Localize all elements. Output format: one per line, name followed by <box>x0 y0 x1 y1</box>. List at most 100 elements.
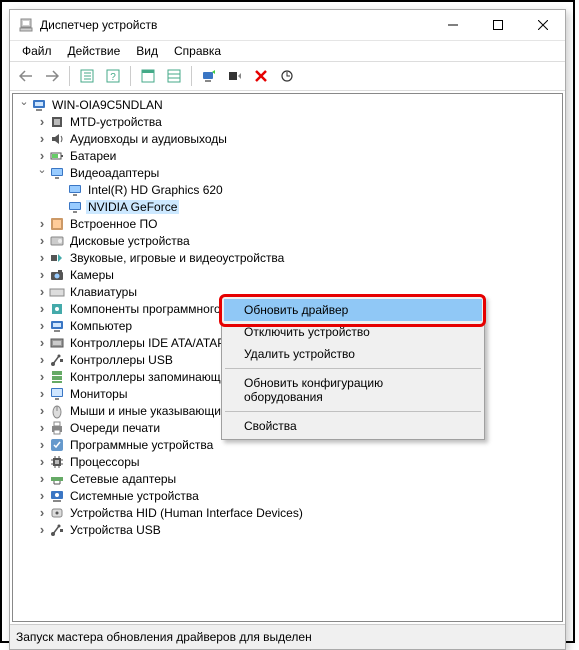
expander-icon[interactable] <box>35 472 49 486</box>
ctx-properties[interactable]: Свойства <box>224 415 482 437</box>
tree-category-node[interactable]: Видеоадаптеры <box>13 164 562 181</box>
toolbar-back-button[interactable] <box>14 64 38 88</box>
menu-file[interactable]: Файл <box>14 42 60 60</box>
chip-icon <box>49 114 65 130</box>
usb-icon <box>49 352 65 368</box>
menu-action[interactable]: Действие <box>60 42 129 60</box>
expander-icon[interactable] <box>35 319 49 333</box>
tree-category-node[interactable]: Устройства USB <box>13 521 562 538</box>
hid-icon <box>49 505 65 521</box>
toolbar-properties-button[interactable] <box>136 64 160 88</box>
expander-icon[interactable] <box>35 489 49 503</box>
keyboard-icon <box>49 284 65 300</box>
network-icon <box>49 471 65 487</box>
tree-node-label: WIN-OIA9C5NDLAN <box>50 98 165 112</box>
tree-category-node[interactable]: Системные устройства <box>13 487 562 504</box>
storage-icon <box>49 369 65 385</box>
toolbar-details-button[interactable] <box>75 64 99 88</box>
toolbar-uninstall-button[interactable] <box>249 64 273 88</box>
display-icon <box>67 182 83 198</box>
expander-icon[interactable] <box>35 387 49 401</box>
toolbar-scan-button[interactable] <box>275 64 299 88</box>
expander-icon[interactable] <box>35 251 49 265</box>
cpu-icon <box>49 454 65 470</box>
window-title: Диспетчер устройств <box>40 18 430 32</box>
ctx-disable-device[interactable]: Отключить устройство <box>224 321 482 343</box>
maximize-button[interactable] <box>475 10 520 40</box>
tree-category-node[interactable]: Устройства HID (Human Interface Devices) <box>13 504 562 521</box>
tree-node-label: Контроллеры IDE ATA/ATAPI <box>68 336 231 350</box>
tree-device-node[interactable]: NVIDIA GeForce <box>13 198 562 215</box>
expander-icon[interactable] <box>35 166 49 180</box>
tree-node-label: Дисковые устройства <box>68 234 192 248</box>
toolbar-separator <box>69 66 70 86</box>
close-button[interactable] <box>520 10 565 40</box>
tree-category-node[interactable]: Процессоры <box>13 453 562 470</box>
tree-node-label: Встроенное ПО <box>68 217 159 231</box>
ctx-separator <box>225 411 481 412</box>
expander-icon[interactable] <box>17 98 31 112</box>
expander-icon[interactable] <box>35 132 49 146</box>
tree-category-node[interactable]: MTD-устройства <box>13 113 562 130</box>
tree-node-label: Аудиовходы и аудиовыходы <box>68 132 229 146</box>
toolbar-list-button[interactable] <box>162 64 186 88</box>
toolbar-forward-button[interactable] <box>40 64 64 88</box>
expander-icon[interactable] <box>35 336 49 350</box>
display-icon <box>67 199 83 215</box>
tree-node-label: Камеры <box>68 268 116 282</box>
tree-category-node[interactable]: Камеры <box>13 266 562 283</box>
tree-node-label: Сетевые адаптеры <box>68 472 178 486</box>
ctx-separator <box>225 368 481 369</box>
mouse-icon <box>49 403 65 419</box>
toolbar-disable-button[interactable] <box>223 64 247 88</box>
expander-icon[interactable] <box>35 268 49 282</box>
tree-root-node[interactable]: WIN-OIA9C5NDLAN <box>13 96 562 113</box>
expander-icon[interactable] <box>35 421 49 435</box>
speaker-icon <box>49 131 65 147</box>
toolbar-separator <box>130 66 131 86</box>
tree-node-label: Процессоры <box>68 455 142 469</box>
expander-icon[interactable] <box>35 353 49 367</box>
expander-icon[interactable] <box>35 234 49 248</box>
toolbar-update-driver-button[interactable] <box>197 64 221 88</box>
menu-view[interactable]: Вид <box>128 42 166 60</box>
disk-icon <box>49 233 65 249</box>
minimize-button[interactable] <box>430 10 475 40</box>
tree-node-label: Мониторы <box>68 387 129 401</box>
expander-icon[interactable] <box>35 455 49 469</box>
toolbar: ? <box>10 62 565 91</box>
expander-icon[interactable] <box>35 506 49 520</box>
expander-icon[interactable] <box>35 285 49 299</box>
menu-help[interactable]: Справка <box>166 42 229 60</box>
tree-category-node[interactable]: Сетевые адаптеры <box>13 470 562 487</box>
tree-node-label: MTD-устройства <box>68 115 164 129</box>
expander-icon[interactable] <box>35 370 49 384</box>
tree-category-node[interactable]: Аудиовходы и аудиовыходы <box>13 130 562 147</box>
device-tree[interactable]: WIN-OIA9C5NDLAN MTD-устройства Аудиовход… <box>12 93 563 622</box>
tree-category-node[interactable]: Батареи <box>13 147 562 164</box>
expander-icon[interactable] <box>35 217 49 231</box>
tree-category-node[interactable]: Встроенное ПО <box>13 215 562 232</box>
expander-icon[interactable] <box>35 149 49 163</box>
expander-icon[interactable] <box>35 438 49 452</box>
tree-device-node[interactable]: Intel(R) HD Graphics 620 <box>13 181 562 198</box>
tree-node-label: NVIDIA GeForce <box>86 200 179 214</box>
expander-icon[interactable] <box>35 302 49 316</box>
tree-category-node[interactable]: Дисковые устройства <box>13 232 562 249</box>
computer-icon <box>49 318 65 334</box>
ctx-refresh-config[interactable]: Обновить конфигурацию оборудования <box>224 372 482 408</box>
tree-node-label: Звуковые, игровые и видеоустройства <box>68 251 286 265</box>
tree-node-label: Intel(R) HD Graphics 620 <box>86 183 225 197</box>
ctx-update-driver[interactable]: Обновить драйвер <box>224 299 482 321</box>
expander-icon[interactable] <box>35 404 49 418</box>
tree-node-label: Клавиатуры <box>68 285 139 299</box>
ctx-remove-device[interactable]: Удалить устройство <box>224 343 482 365</box>
expander-icon[interactable] <box>35 523 49 537</box>
expander-icon[interactable] <box>35 115 49 129</box>
tree-node-label: Батареи <box>68 149 118 163</box>
printer-icon <box>49 420 65 436</box>
firmware-icon <box>49 216 65 232</box>
tree-category-node[interactable]: Звуковые, игровые и видеоустройства <box>13 249 562 266</box>
toolbar-help-button[interactable]: ? <box>101 64 125 88</box>
tree-node-label: Системные устройства <box>68 489 201 503</box>
